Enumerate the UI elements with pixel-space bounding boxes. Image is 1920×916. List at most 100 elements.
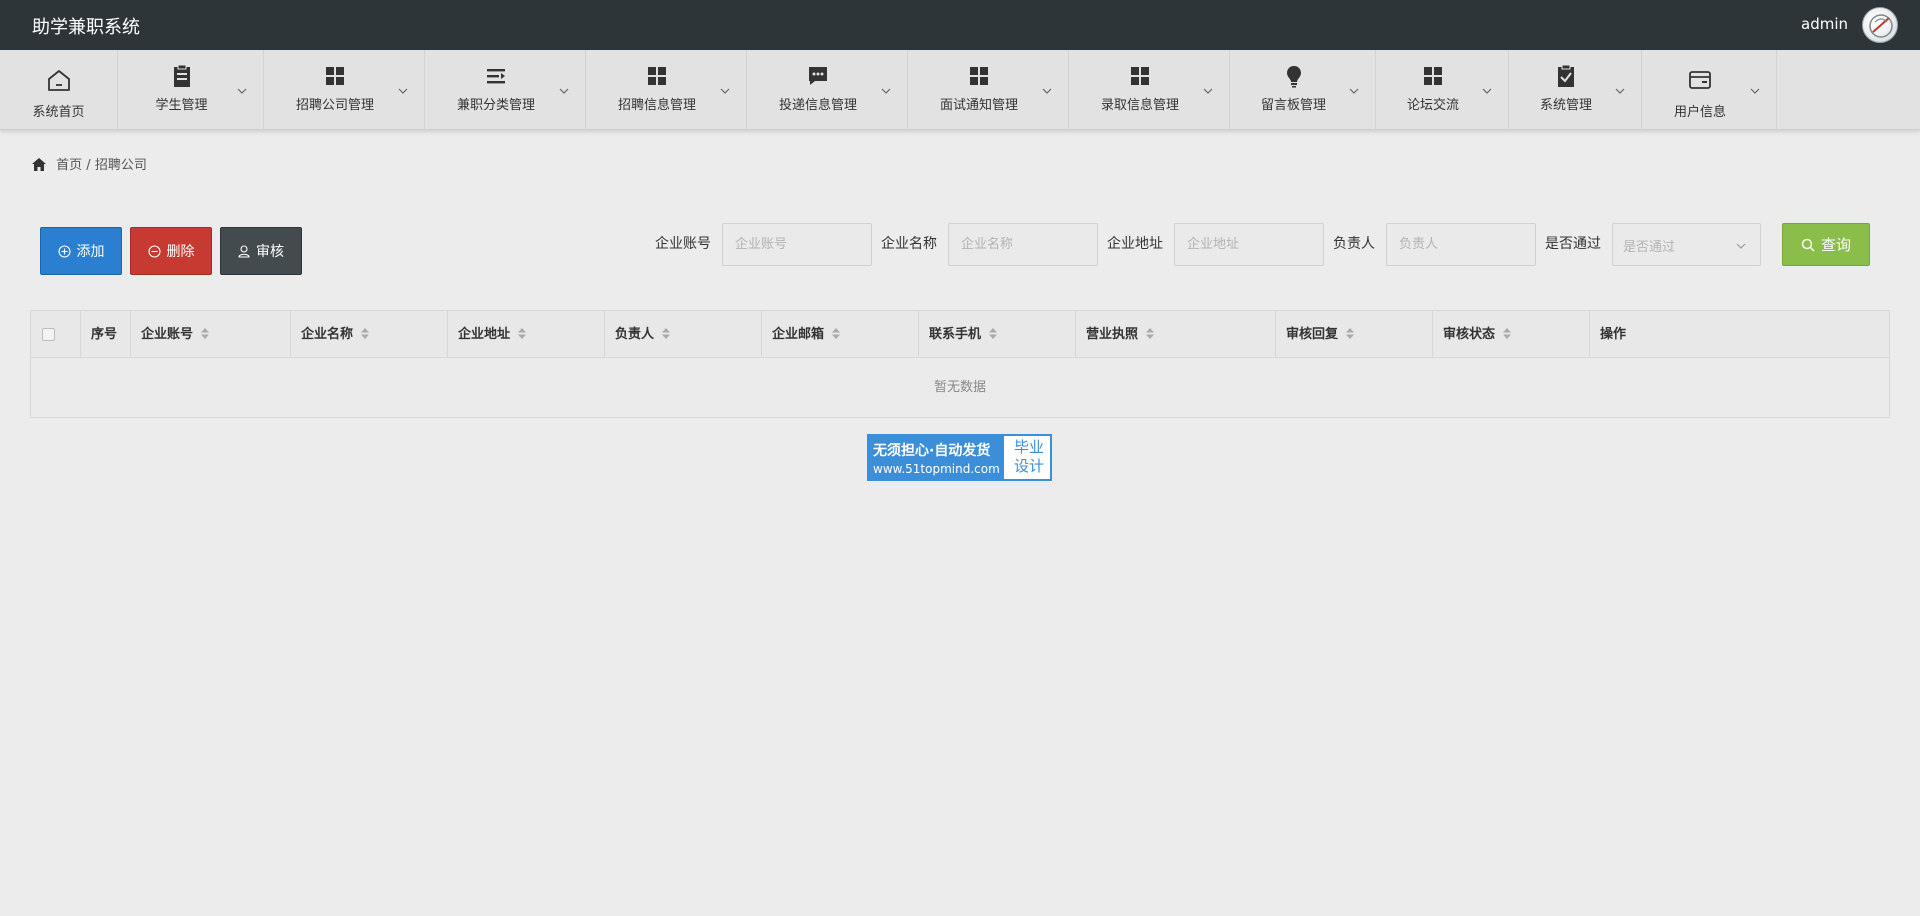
select-all-cell <box>31 311 81 358</box>
chevron-down-icon <box>881 88 891 94</box>
sort-icon <box>1146 328 1155 339</box>
add-button[interactable]: 添加 <box>40 227 122 275</box>
nav-item-companies[interactable]: 招聘公司管理 <box>264 50 425 130</box>
bulb-icon <box>1286 66 1301 88</box>
watermark-right-line2: 设计 <box>1013 457 1044 475</box>
col-status-label: 审核状态 <box>1443 327 1496 342</box>
col-status[interactable]: 审核状态 <box>1433 311 1590 358</box>
watermark-badge[interactable]: 无须担心·自动发货 www.51topmind.com 毕业 设计 <box>867 434 1052 481</box>
nav-item-label: 兼职分类管理 <box>456 98 535 113</box>
home-icon <box>47 70 70 91</box>
col-account-label: 企业账号 <box>141 327 194 342</box>
col-index-label: 序号 <box>91 327 118 342</box>
chevron-down-icon <box>1736 243 1746 249</box>
breadcrumb: 首页 / 招聘公司 <box>32 154 147 173</box>
add-button-label: 添加 <box>76 244 105 260</box>
audit-button-label: 审核 <box>256 244 284 260</box>
chevron-down-icon <box>1750 88 1760 94</box>
address-label: 企业地址 <box>1107 236 1163 252</box>
plus-circle-icon <box>57 244 71 258</box>
account-label: 企业账号 <box>655 236 711 252</box>
chevron-down-icon <box>398 88 408 94</box>
col-email-label: 企业邮箱 <box>772 327 825 342</box>
col-manager-label: 负责人 <box>615 327 655 342</box>
nav-item-label: 招聘信息管理 <box>617 98 696 113</box>
delete-button[interactable]: 删除 <box>130 227 212 275</box>
sort-icon <box>1503 328 1512 339</box>
nav-item-label: 用户信息 <box>1673 105 1726 120</box>
app-title: 助学兼职系统 <box>32 17 140 38</box>
nav-item-students[interactable]: 学生管理 <box>118 50 264 130</box>
sort-icon <box>832 328 841 339</box>
search-button[interactable]: 查询 <box>1782 223 1870 266</box>
company-name-input[interactable] <box>948 223 1098 266</box>
col-phone-label: 联系手机 <box>929 327 982 342</box>
col-account[interactable]: 企业账号 <box>131 311 291 358</box>
sort-icon <box>201 328 210 339</box>
chevron-down-icon <box>1042 88 1052 94</box>
col-email[interactable]: 企业邮箱 <box>762 311 919 358</box>
avatar[interactable] <box>1862 7 1898 43</box>
col-manager[interactable]: 负责人 <box>605 311 762 358</box>
col-address-label: 企业地址 <box>458 327 511 342</box>
audit-button[interactable]: 审核 <box>220 227 302 275</box>
nav-item-label: 论坛交流 <box>1406 98 1459 113</box>
nav-item-label: 系统首页 <box>32 105 85 120</box>
search-button-label: 查询 <box>1820 236 1851 254</box>
grid-icon <box>1424 67 1442 85</box>
watermark-right-line1: 毕业 <box>1013 438 1044 456</box>
sort-icon <box>1346 328 1355 339</box>
chevron-down-icon <box>1203 88 1213 94</box>
passed-select[interactable]: 是否通过 <box>1612 223 1761 266</box>
list-icon <box>487 69 505 84</box>
nav-item-label: 录取信息管理 <box>1100 98 1179 113</box>
nav-item-forum[interactable]: 论坛交流 <box>1376 50 1509 130</box>
chevron-down-icon <box>559 88 569 94</box>
nav-item-user-info[interactable]: 用户信息 <box>1642 50 1777 130</box>
company-name-label: 企业名称 <box>881 236 937 252</box>
breadcrumb-home[interactable]: 首页 <box>56 158 82 173</box>
breadcrumb-current: 招聘公司 <box>94 158 147 173</box>
manager-input[interactable] <box>1386 223 1536 266</box>
nav-item-label: 面试通知管理 <box>939 98 1018 113</box>
col-actions-label: 操作 <box>1600 327 1627 342</box>
chevron-down-icon <box>1482 88 1492 94</box>
account-input[interactable] <box>722 223 872 266</box>
grid-icon <box>648 67 666 85</box>
nav-item-admissions[interactable]: 录取信息管理 <box>1069 50 1230 130</box>
col-address[interactable]: 企业地址 <box>448 311 605 358</box>
nav-item-label: 留言板管理 <box>1260 98 1326 113</box>
col-name[interactable]: 企业名称 <box>291 311 448 358</box>
nav-item-applications[interactable]: 投递信息管理 <box>747 50 908 130</box>
nav-item-interviews[interactable]: 面试通知管理 <box>908 50 1069 130</box>
companies-table: 序号 企业账号 企业名称 企业地址 负责人 企业邮箱 联系手机 营业执照 审核回… <box>30 310 1890 418</box>
col-license[interactable]: 营业执照 <box>1076 311 1276 358</box>
watermark-left: 无须担心·自动发货 www.51topmind.com <box>869 436 1004 479</box>
chevron-down-icon <box>1349 88 1359 94</box>
table-header: 序号 企业账号 企业名称 企业地址 负责人 企业邮箱 联系手机 营业执照 审核回… <box>31 311 1889 358</box>
nav-item-job-info[interactable]: 招聘信息管理 <box>586 50 747 130</box>
nav-item-categories[interactable]: 兼职分类管理 <box>425 50 586 130</box>
nav-item-label: 投递信息管理 <box>778 98 857 113</box>
nav-item-home[interactable]: 系统首页 <box>0 50 118 130</box>
watermark-right: 毕业 设计 <box>1009 438 1049 476</box>
chevron-down-icon <box>1615 88 1625 94</box>
clipboard-check-icon <box>1558 64 1574 87</box>
delete-button-label: 删除 <box>166 244 195 260</box>
col-reply[interactable]: 审核回复 <box>1276 311 1433 358</box>
username[interactable]: admin <box>1801 15 1848 33</box>
grid-icon <box>1131 67 1149 85</box>
nav-item-label: 系统管理 <box>1539 98 1592 113</box>
nav-item-system[interactable]: 系统管理 <box>1509 50 1642 130</box>
col-actions: 操作 <box>1590 311 1889 358</box>
home-icon <box>32 158 46 171</box>
grid-icon <box>326 67 344 85</box>
chat-icon <box>809 67 827 85</box>
nav-item-messages[interactable]: 留言板管理 <box>1230 50 1376 130</box>
col-phone[interactable]: 联系手机 <box>919 311 1076 358</box>
sort-icon <box>989 328 998 339</box>
select-all-checkbox[interactable] <box>42 328 55 341</box>
col-name-label: 企业名称 <box>301 327 354 342</box>
sort-icon <box>361 328 370 339</box>
address-input[interactable] <box>1174 223 1324 266</box>
